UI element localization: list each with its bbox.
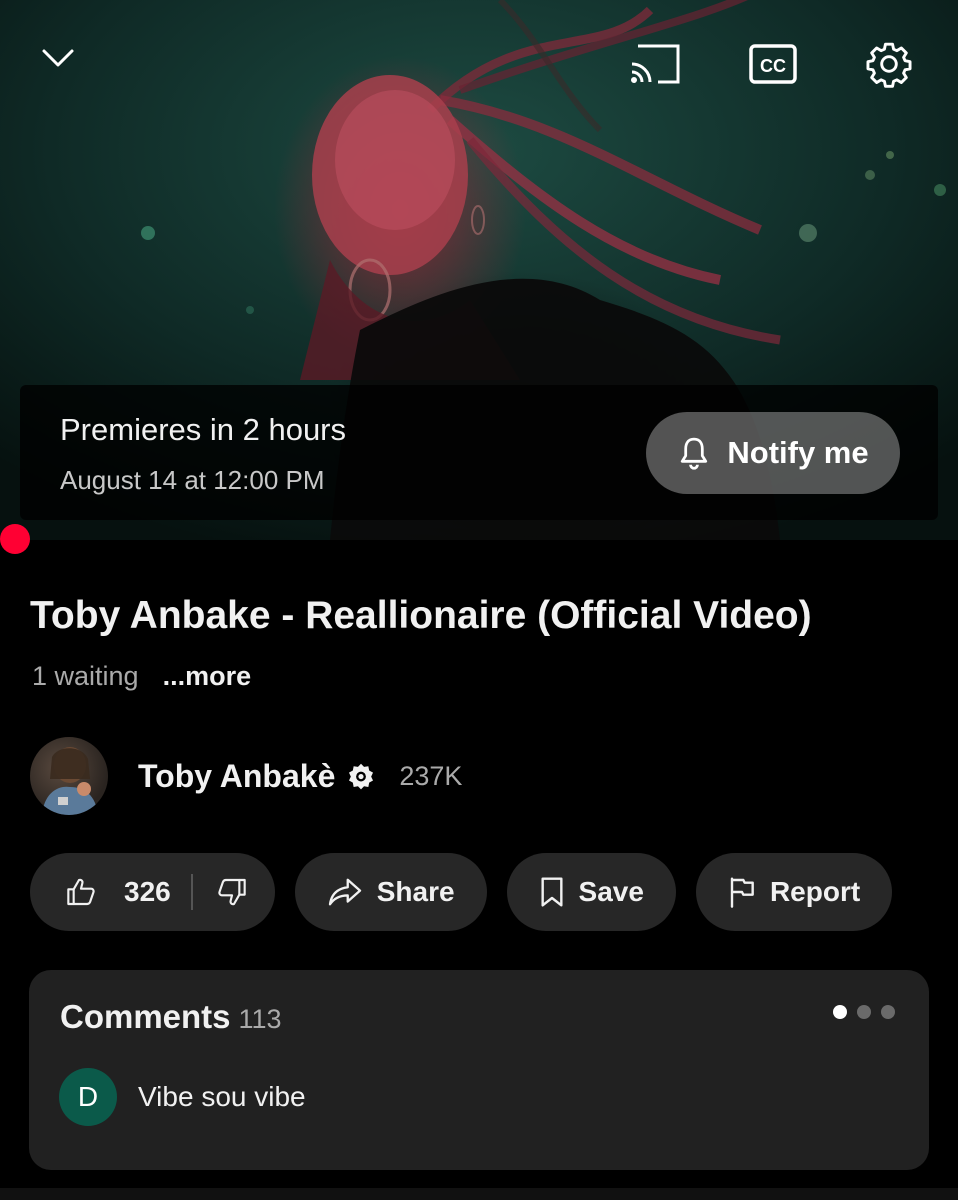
comments-count: 113 (238, 1004, 282, 1034)
flag-icon (730, 877, 754, 908)
like-button[interactable]: 326 (64, 876, 191, 908)
more-description-link[interactable]: ...more (163, 661, 252, 692)
cast-icon[interactable] (628, 42, 682, 86)
share-button[interactable]: Share (294, 853, 487, 931)
video-meta: 1 waiting ...more (32, 661, 251, 692)
like-count: 326 (124, 876, 171, 907)
verified-badge-icon (347, 762, 375, 790)
page-indicator (833, 1005, 895, 1019)
thumbs-up-icon (67, 878, 95, 906)
channel-name[interactable]: Toby Anbakè (138, 758, 335, 795)
save-label: Save (578, 876, 644, 907)
video-title: Toby Anbake - Reallionaire (Official Vid… (30, 594, 812, 637)
notify-me-button[interactable]: Notify me (646, 412, 900, 494)
share-label: Share (376, 876, 455, 907)
premiere-banner: Premieres in 2 hours August 14 at 12:00 … (20, 385, 938, 520)
closed-captions-icon[interactable]: CC (748, 42, 798, 86)
progress-scrubber[interactable] (0, 524, 30, 554)
save-button[interactable]: Save (506, 853, 676, 931)
bottom-edge (0, 1188, 958, 1200)
svg-text:CC: CC (760, 56, 786, 76)
comment-preview[interactable]: D Vibe sou vibe (59, 1068, 306, 1126)
subscriber-count: 237K (399, 760, 463, 791)
waiting-count: 1 waiting (32, 661, 139, 691)
channel-avatar[interactable] (30, 737, 108, 815)
gear-icon[interactable] (862, 38, 916, 90)
bell-icon (681, 437, 708, 470)
commenter-avatar: D (59, 1068, 117, 1126)
share-arrow-icon (328, 878, 361, 906)
notify-me-label: Notify me (727, 435, 869, 470)
report-label: Report (769, 876, 861, 907)
report-button[interactable]: Report (695, 853, 893, 931)
premiere-countdown: Premieres in 2 hours (60, 412, 347, 447)
comment-text: Vibe sou vibe (138, 1081, 306, 1112)
video-player[interactable]: CC Premieres in 2 hours August 14 at 12:… (0, 0, 958, 540)
dislike-button[interactable] (215, 876, 249, 908)
channel-row[interactable]: Toby Anbakè 237K (30, 736, 462, 816)
page-dot (857, 1005, 871, 1019)
page-dot (881, 1005, 895, 1019)
like-dislike-group: 326 (30, 853, 275, 931)
comments-title: Comments (60, 998, 231, 1035)
thumbs-down-icon (218, 878, 246, 906)
bookmark-icon (541, 877, 563, 907)
like-divider (190, 874, 193, 910)
premiere-date: August 14 at 12:00 PM (60, 465, 325, 495)
comments-card[interactable]: Comments 113 D Vibe sou vibe (29, 970, 929, 1170)
comments-header: Comments 113 (60, 998, 282, 1036)
action-bar: 326 Share Save Report (30, 853, 893, 931)
chevron-down-icon[interactable] (36, 38, 80, 78)
page-dot-active (833, 1005, 847, 1019)
